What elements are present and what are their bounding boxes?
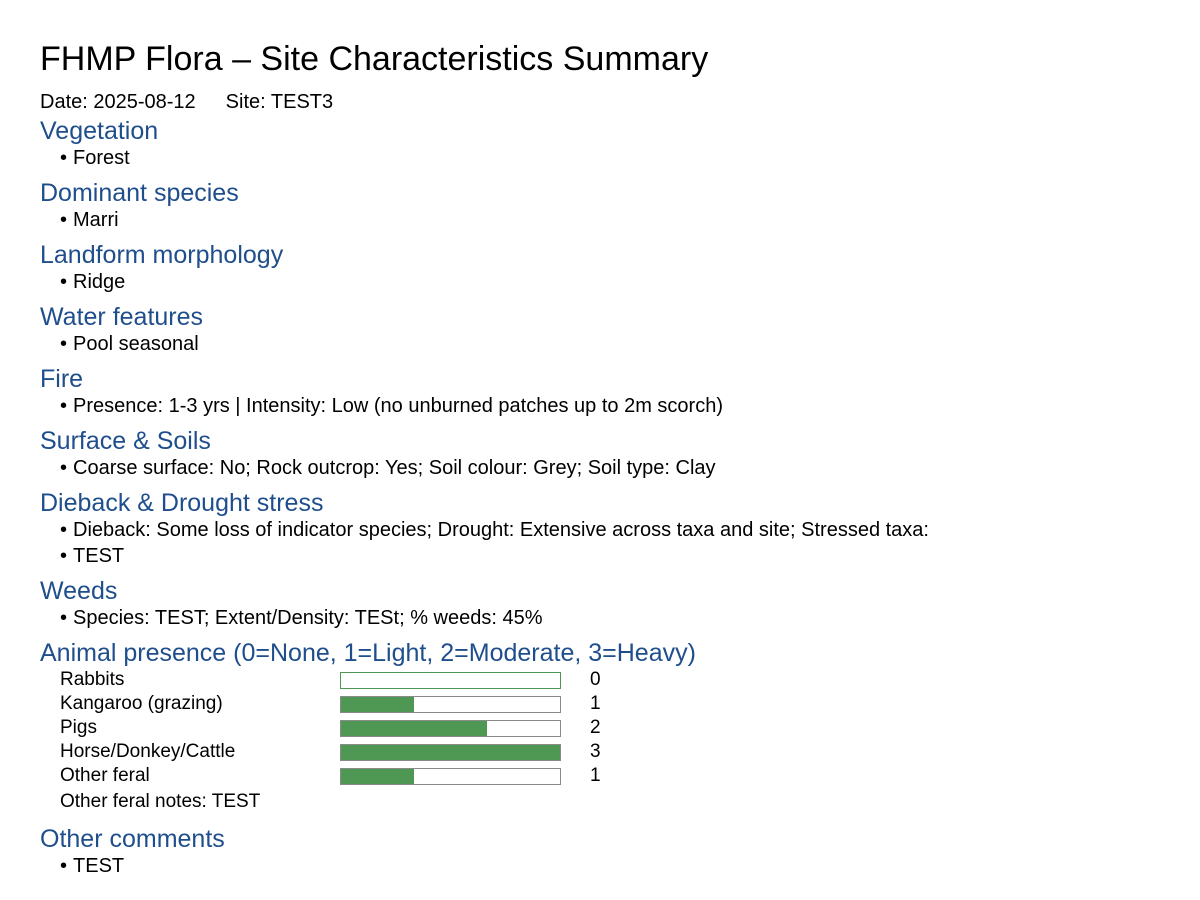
section-vegetation: Vegetation • Forest [40, 116, 1180, 170]
section-landform-morphology: Landform morphology • Ridge [40, 240, 1180, 294]
animal-row: Pigs 2 [60, 716, 1180, 740]
animal-row: Other feral 1 [60, 764, 1180, 788]
section-heading: Other comments [40, 825, 225, 853]
presence-bar-fill [341, 745, 560, 760]
bullet-dot: • [60, 333, 68, 355]
animal-row: Horse/Donkey/Cattle 3 [60, 740, 1180, 764]
section-heading: Dominant species [40, 179, 239, 207]
section-heading: Surface & Soils [40, 427, 211, 455]
animal-name: Pigs [60, 717, 97, 738]
animal-row: Rabbits 0 [60, 668, 1180, 692]
bullet-dot: • [60, 209, 68, 231]
animal-name: Other feral [60, 765, 150, 786]
report-site: Site: TEST3 [225, 91, 334, 113]
section-other-comments: Other comments • TEST [40, 824, 1180, 878]
bullet-dot: • [60, 607, 68, 629]
bullet-item: • Presence: 1-3 yrs | Intensity: Low (no … [60, 395, 723, 417]
animal-name: Horse/Donkey/Cattle [60, 741, 236, 762]
bullet-item: • Marri [60, 209, 119, 231]
section-heading: Water features [40, 303, 204, 331]
bullet-item: • Species: TEST; Extent/Density: TESt; % … [60, 607, 543, 629]
bullet-dot: • [60, 519, 68, 541]
section-heading: Fire [40, 365, 84, 393]
section-heading: Animal presence (0=None, 1=Light, 2=Mode… [40, 639, 696, 667]
section-heading: Landform morphology [40, 241, 284, 269]
report-date: Date: 2025-08-12 [40, 91, 196, 113]
bullet-item: • TEST [60, 545, 125, 567]
bullet-item: • Dieback: Some loss of indicator species… [60, 519, 929, 541]
section-weeds: Weeds • Species: TEST; Extent/Density: TE… [40, 576, 1180, 630]
bullet-dot: • [60, 271, 68, 293]
section-animal-presence: Animal presence (0=None, 1=Light, 2=Mode… [40, 638, 1180, 814]
presence-value: 3 [590, 741, 601, 762]
bullet-dot: • [60, 395, 68, 417]
presence-value: 2 [590, 717, 601, 738]
report-page: FHMP Flora – Site Characteristics Summar… [40, 38, 1180, 878]
section-surface-soils: Surface & Soils • Coarse surface: No; Roc… [40, 426, 1180, 480]
presence-value: 1 [590, 765, 601, 786]
bullet-item: • Ridge [60, 271, 126, 293]
presence-bar [340, 672, 561, 689]
animal-row: Kangaroo (grazing) 1 [60, 692, 1180, 716]
presence-bar [340, 744, 561, 761]
bullet-dot: • [60, 147, 68, 169]
section-heading: Vegetation [40, 117, 159, 145]
animal-presence-list: Rabbits 0 Kangaroo (grazing) 1 Pigs 2 Horse/Do… [40, 668, 1180, 788]
section-heading: Weeds [40, 577, 118, 605]
bullet-item: • Coarse surface: No; Rock outcrop: Yes; … [60, 457, 716, 479]
bullet-item: • TEST [60, 855, 125, 877]
animal-name: Rabbits [60, 669, 125, 690]
bullet-item: • Forest [60, 147, 130, 169]
animal-name: Kangaroo (grazing) [60, 693, 223, 714]
section-heading: Dieback & Drought stress [40, 489, 324, 517]
presence-bar [340, 720, 561, 737]
section-dominant-species: Dominant species • Marri [40, 178, 1180, 232]
bullet-dot: • [60, 457, 68, 479]
page-title: FHMP Flora – Site Characteristics Summar… [40, 40, 709, 78]
presence-bar-fill [341, 721, 487, 736]
presence-bar-fill [341, 697, 414, 712]
report-meta: Date: 2025-08-12 Site: TEST3 [40, 90, 1180, 114]
section-dieback-drought: Dieback & Drought stress • Dieback: Some … [40, 488, 1180, 568]
presence-value: 0 [590, 669, 601, 690]
bullet-item: • Pool seasonal [60, 333, 199, 355]
section-water-features: Water features • Pool seasonal [40, 302, 1180, 356]
presence-value: 1 [590, 693, 601, 714]
other-feral-notes: Other feral notes: TEST [60, 791, 261, 812]
bullet-dot: • [60, 545, 68, 567]
presence-bar [340, 768, 561, 785]
presence-bar-fill [341, 769, 414, 784]
bullet-dot: • [60, 855, 68, 877]
presence-bar [340, 696, 561, 713]
section-fire: Fire • Presence: 1-3 yrs | Intensity: Low… [40, 364, 1180, 418]
